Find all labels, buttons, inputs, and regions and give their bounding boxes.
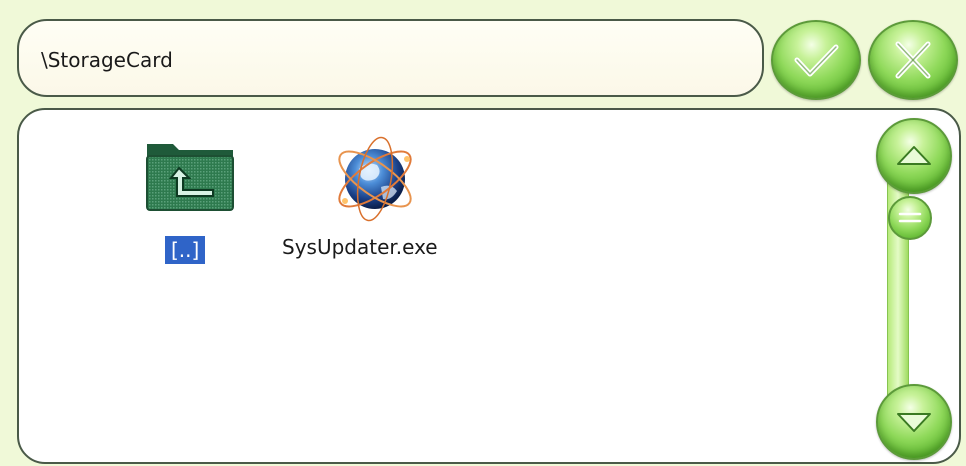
file-list-panel: [..] SysUpdater.exe: [17, 108, 961, 464]
file-name: [..]: [165, 236, 206, 264]
scrollbar-thumb[interactable]: [888, 196, 932, 240]
triangle-up-icon: [897, 146, 931, 165]
path-bar[interactable]: \StorageCard: [17, 19, 764, 97]
scroll-up-button[interactable]: [876, 118, 952, 194]
globe-app-icon: [325, 129, 425, 233]
file-name: SysUpdater.exe: [282, 235, 438, 259]
checkmark-icon: [794, 44, 839, 77]
scroll-down-button[interactable]: [876, 384, 952, 460]
grip-lines-icon: [898, 212, 922, 223]
file-browser-screen: \StorageCard [..] SysUpdater.exe: [0, 0, 966, 466]
file-item-sysupdater[interactable]: SysUpdater.exe: [277, 125, 477, 265]
ok-button[interactable]: [771, 20, 861, 100]
current-path: \StorageCard: [41, 48, 173, 72]
file-item-parent-folder[interactable]: [..]: [129, 130, 249, 270]
folder-up-icon: [143, 138, 237, 218]
close-icon: [895, 41, 931, 79]
triangle-down-icon: [897, 413, 931, 432]
cancel-button[interactable]: [868, 20, 958, 100]
